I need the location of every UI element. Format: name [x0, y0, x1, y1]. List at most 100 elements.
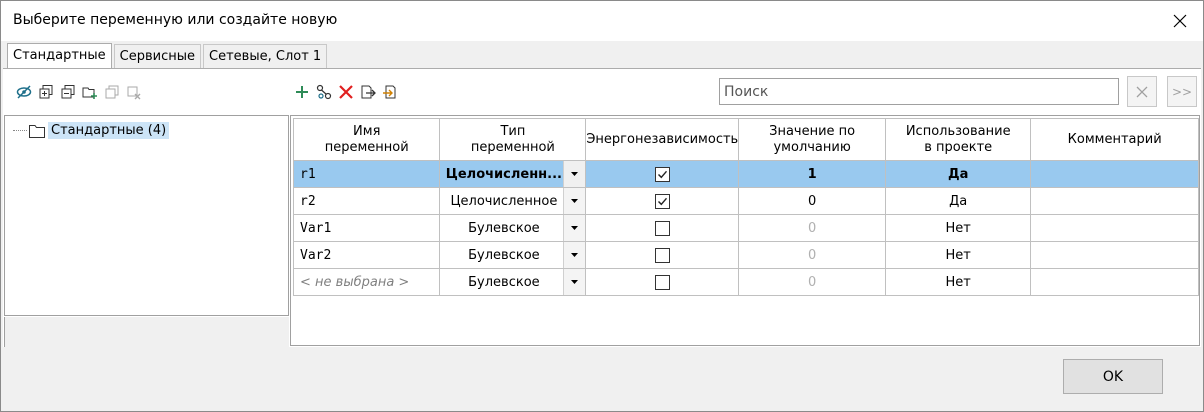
type-dropdown[interactable]: Булевское [441, 242, 585, 268]
nonvolatile-checkbox[interactable] [654, 166, 670, 182]
cell-used-in-project: Да [885, 160, 1032, 188]
checkmark-icon [657, 197, 667, 205]
chevron-down-icon [571, 280, 579, 284]
find-next-button[interactable]: >> [1167, 76, 1197, 107]
table-header: Имя переменной Тип переменной Энергонезави… [292, 118, 1199, 161]
collapse-all-button[interactable] [59, 83, 77, 101]
close-icon [1136, 86, 1148, 97]
chevron-down-icon [571, 199, 579, 203]
type-value: Целочисленн... [445, 166, 562, 182]
column-header-comment[interactable]: Комментарий [1030, 118, 1199, 161]
cell-default-value[interactable]: 1 [738, 160, 887, 188]
table-row[interactable]: Var2 Булевское 0 Нет [292, 241, 1199, 269]
export-icon [361, 85, 376, 99]
cell-comment[interactable] [1030, 214, 1199, 242]
cell-name[interactable]: r2 [292, 187, 441, 215]
delete-folder-button[interactable] [125, 83, 143, 101]
tab-network-slot-1[interactable]: Сетевые, Слот 1 [203, 44, 328, 69]
table-row[interactable]: Var1 Булевское 0 Нет [292, 214, 1199, 242]
cell-comment[interactable] [1030, 187, 1199, 215]
clear-search-button[interactable] [1127, 76, 1157, 107]
dropdown-button[interactable] [563, 161, 585, 187]
tab-standard[interactable]: Стандартные [7, 43, 112, 69]
cell-default-value[interactable]: 0 [738, 241, 887, 269]
dropdown-button[interactable] [563, 269, 585, 295]
tab-service[interactable]: Сервисные [113, 44, 202, 69]
column-header-type[interactable]: Тип переменной [439, 118, 587, 161]
expand-all-button[interactable] [37, 83, 55, 101]
cell-type[interactable]: Булевское [439, 241, 587, 269]
collapse-all-icon [61, 85, 75, 99]
link-variable-button[interactable] [315, 83, 333, 101]
dropdown-button[interactable] [563, 215, 585, 241]
column-header-used[interactable]: Использование в проекте [885, 118, 1032, 161]
nonvolatile-checkbox[interactable] [654, 274, 670, 290]
import-button[interactable] [381, 83, 399, 101]
ok-button[interactable]: OK [1063, 359, 1163, 394]
type-dropdown[interactable]: Целочисленн... [441, 161, 585, 187]
nonvolatile-checkbox[interactable] [654, 220, 670, 236]
close-icon [1173, 14, 1187, 28]
type-value: Целочисленное [450, 193, 558, 209]
tree-node-label: Стандартные (4) [48, 122, 170, 139]
table-row[interactable]: r1 Целочисленн... 1 Да [292, 160, 1199, 188]
cell-nonvolatile [585, 214, 740, 242]
type-dropdown[interactable]: Целочисленное [441, 188, 585, 214]
column-header-default[interactable]: Значение по умолчанию [738, 118, 887, 161]
cell-type[interactable]: Булевское [439, 214, 587, 242]
group-tree: Стандартные (4) [4, 115, 289, 316]
cell-default-value[interactable]: 0 [738, 214, 887, 242]
show-hide-icon [16, 85, 32, 99]
cell-comment[interactable] [1030, 268, 1199, 296]
dropdown-button[interactable] [563, 188, 585, 214]
cell-comment[interactable] [1030, 241, 1199, 269]
dialog-footer: OK [1, 347, 1203, 411]
copy-folder-button[interactable] [103, 83, 121, 101]
table-row[interactable]: r2 Целочисленное 0 Да [292, 187, 1199, 215]
dialog-window: Выберите переменную или создайте новую С… [0, 0, 1204, 412]
type-dropdown[interactable]: Булевское [441, 269, 585, 295]
column-header-label: Использование в проекте [905, 123, 1011, 155]
grid-toolbar [293, 83, 399, 101]
nonvolatile-checkbox[interactable] [654, 193, 670, 209]
add-folder-button[interactable] [81, 83, 99, 101]
cell-name[interactable]: Var1 [292, 214, 441, 242]
search-input[interactable] [719, 78, 1119, 105]
delete-folder-icon [127, 86, 141, 100]
tree-node-standard[interactable]: Стандартные (4) [13, 122, 170, 139]
toggle-visibility-button[interactable] [15, 83, 33, 101]
nonvolatile-checkbox[interactable] [654, 247, 670, 263]
link-icon [316, 84, 332, 100]
column-header-label: Энергонезависимость [586, 131, 739, 147]
type-value: Булевское [468, 274, 540, 290]
column-header-label: Тип переменной [470, 123, 555, 155]
folder-icon [29, 124, 45, 138]
delete-variable-button[interactable] [337, 83, 355, 101]
column-header-label: Комментарий [1067, 131, 1162, 147]
cell-type[interactable]: Целочисленное [439, 187, 587, 215]
cell-default-value[interactable]: 0 [738, 268, 887, 296]
cell-default-value[interactable]: 0 [738, 187, 887, 215]
cell-name[interactable]: Var2 [292, 241, 441, 269]
column-header-nonvolatile[interactable]: Энергонезависимость [585, 118, 740, 161]
cell-name[interactable]: < не выбрана > [292, 268, 441, 296]
cell-nonvolatile [585, 268, 740, 296]
table-row[interactable]: < не выбрана > Булевское 0 Нет [292, 268, 1199, 296]
dropdown-button[interactable] [563, 242, 585, 268]
cell-name[interactable]: r1 [292, 160, 441, 188]
add-variable-button[interactable] [293, 83, 311, 101]
type-dropdown[interactable]: Булевское [441, 215, 585, 241]
column-header-name[interactable]: Имя переменной [292, 118, 441, 161]
cell-type[interactable]: Булевское [439, 268, 587, 296]
cell-comment[interactable] [1030, 160, 1199, 188]
chevron-down-icon [571, 253, 579, 257]
cell-used-in-project: Нет [885, 241, 1032, 269]
close-button[interactable] [1157, 1, 1203, 41]
import-icon [383, 85, 396, 99]
tab-strip: Стандартные Сервисные Сетевые, Слот 1 [7, 43, 329, 69]
cell-type[interactable]: Целочисленн... [439, 160, 587, 188]
variables-table: Имя переменной Тип переменной Энергонезави… [292, 118, 1199, 296]
add-folder-icon [82, 87, 97, 99]
copy-folder-icon [105, 85, 119, 99]
export-button[interactable] [359, 83, 377, 101]
